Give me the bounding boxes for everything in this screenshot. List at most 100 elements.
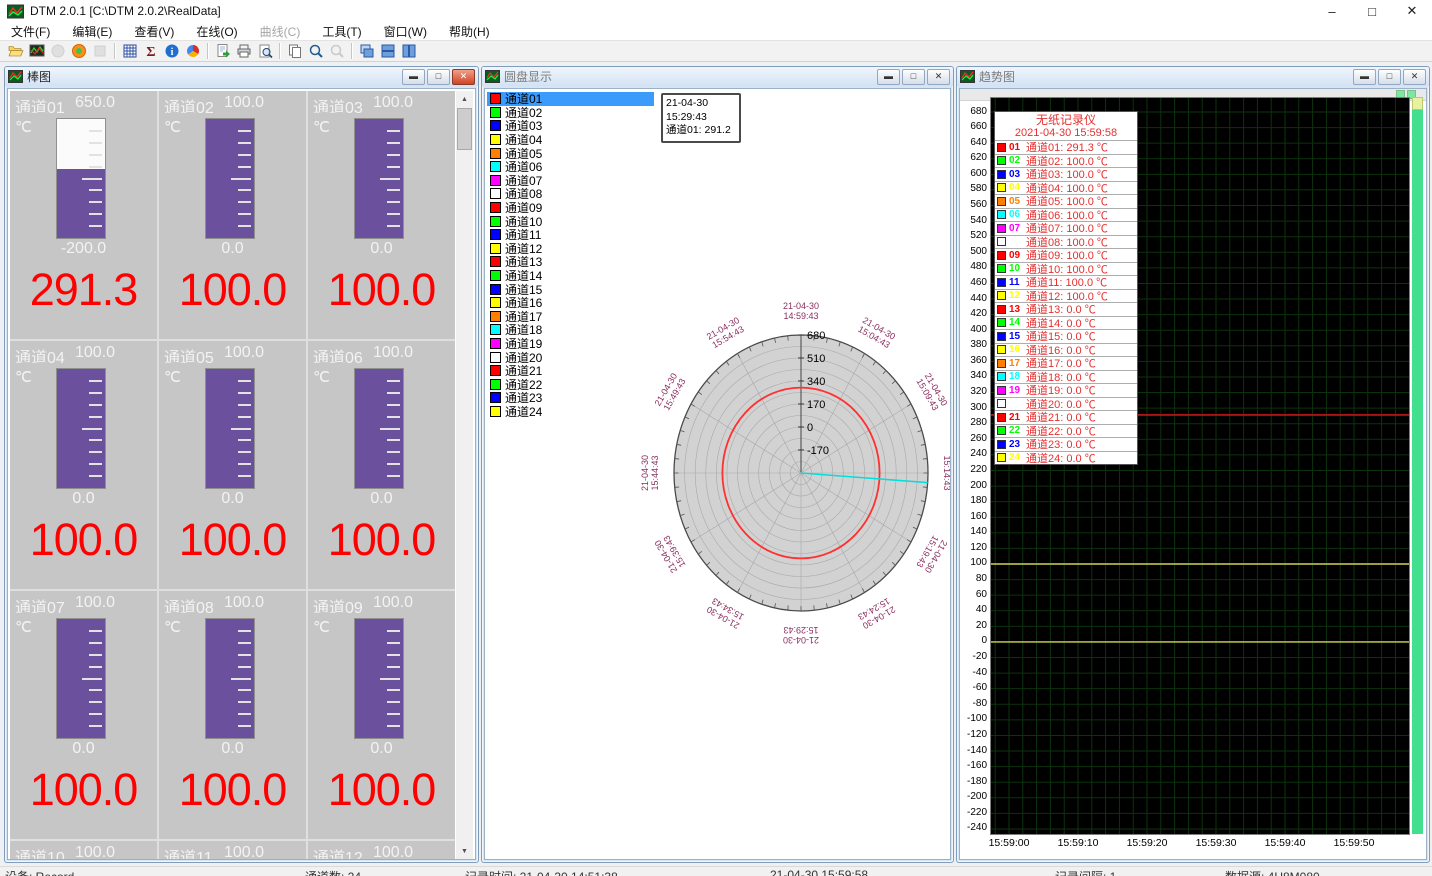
channel-color-swatch — [490, 93, 501, 104]
gauge-tick — [89, 380, 102, 382]
svg-text:i: i — [170, 47, 173, 58]
pie-chart-icon[interactable] — [182, 41, 203, 61]
menu-item-7[interactable]: 窗口(W) — [373, 21, 438, 42]
bar-window-close-button[interactable]: ✕ — [452, 69, 475, 85]
trend-window-restore-button[interactable]: □ — [1378, 69, 1401, 85]
gauge-max-value: 650.0 — [75, 94, 115, 112]
y-axis-tick-label: 220 — [960, 464, 987, 475]
trend-window-title: 趋势图 — [979, 68, 1015, 85]
x-axis-tick-label: 15:59:30 — [1186, 837, 1246, 849]
tile-horizontal-icon[interactable] — [377, 41, 398, 61]
scroll-thumb[interactable] — [457, 108, 472, 150]
gauge-min-value: 0.0 — [10, 490, 157, 508]
print-preview-icon[interactable] — [254, 41, 275, 61]
gauge-current-value: 100.0 — [159, 264, 306, 316]
gauge-tick — [387, 142, 400, 144]
gauge-unit-label: ℃ — [15, 368, 32, 386]
gauge-tick — [238, 463, 251, 465]
y-axis-tick-label: -80 — [960, 698, 987, 709]
gauge-unit-label: ℃ — [15, 118, 32, 136]
menu-item-4[interactable]: 在线(O) — [185, 21, 248, 42]
bar-window-titlebar[interactable]: 棒图 ▬ □ ✕ — [5, 67, 478, 86]
toolbar-separator — [279, 43, 280, 59]
cascade-windows-icon[interactable] — [356, 41, 377, 61]
disc-window-close-button[interactable]: ✕ — [927, 69, 950, 85]
legend-channel-number: 11 — [1009, 277, 1026, 288]
bar-window-restore-button[interactable]: □ — [427, 69, 450, 85]
legend-row-06: 06通道06: 100.0 ℃ — [995, 208, 1137, 222]
trend-window-minimize-button[interactable]: ▬ — [1353, 69, 1376, 85]
trend-window-close-button[interactable]: ✕ — [1403, 69, 1426, 85]
bar-gauge-cell-通道06: 通道06100.0℃0.0100.0 — [308, 341, 455, 589]
gauge-channel-label: 通道04 — [15, 344, 72, 363]
gauge-track — [56, 118, 106, 239]
scroll-up-button[interactable]: ▲ — [456, 91, 473, 107]
disc-window-restore-button[interactable]: □ — [902, 69, 925, 85]
disc-window-icon — [485, 70, 500, 83]
menu-item-3[interactable]: 查看(V) — [123, 21, 185, 42]
app-restore-button[interactable]: □ — [1352, 0, 1392, 22]
y-axis-tick-label: -60 — [960, 682, 987, 693]
zoom-icon[interactable] — [305, 41, 326, 61]
gauge-tick — [238, 439, 251, 441]
gauge-track — [205, 368, 255, 489]
legend-color-swatch — [997, 426, 1006, 435]
bar-window-scrollbar[interactable]: ▲ ▼ — [456, 91, 473, 859]
realtime-monitor-icon[interactable] — [26, 41, 47, 61]
legend-channel-number: 07 — [1009, 223, 1026, 234]
gauge-tick — [238, 475, 251, 477]
legend-channel-number: 12 — [1009, 290, 1026, 301]
gauge-track — [56, 368, 106, 489]
app-close-button[interactable]: ✕ — [1392, 0, 1432, 22]
y-axis-tick-label: 40 — [960, 604, 987, 615]
legend-row-11: 11通道11: 100.0 ℃ — [995, 275, 1137, 289]
bar-window-minimize-button[interactable]: ▬ — [402, 69, 425, 85]
legend-channel-number: 06 — [1009, 209, 1026, 220]
data-table-icon[interactable] — [119, 41, 140, 61]
gauge-tick — [387, 725, 400, 727]
record-icon[interactable] — [68, 41, 89, 61]
copy-icon[interactable] — [284, 41, 305, 61]
open-folder-icon[interactable] — [5, 41, 26, 61]
app-titlebar[interactable]: DTM 2.0.1 [C:\DTM 2.0.2\RealData] – □ ✕ — [0, 0, 1432, 22]
legend-channel-number: 16 — [1009, 344, 1026, 355]
gauge-min-value: 0.0 — [159, 740, 306, 758]
gauge-tick — [387, 213, 400, 215]
svg-text:170: 170 — [807, 399, 825, 411]
y-axis-tick-label: 160 — [960, 511, 987, 522]
disc-window-titlebar[interactable]: 圆盘显示 ▬ □ ✕ — [482, 67, 953, 86]
scroll-down-button[interactable]: ▼ — [456, 843, 473, 859]
info-icon[interactable]: i — [161, 41, 182, 61]
menu-item-2[interactable]: 编辑(E) — [61, 21, 123, 42]
gauge-channel-label: 通道02 — [164, 94, 221, 113]
print-icon[interactable] — [233, 41, 254, 61]
svg-text:-170: -170 — [807, 445, 829, 457]
gauge-channel-label: 通道05 — [164, 344, 221, 363]
legend-row-03: 03通道03: 100.0 ℃ — [995, 167, 1137, 181]
menu-item-8[interactable]: 帮助(H) — [438, 21, 501, 42]
export-icon[interactable] — [212, 41, 233, 61]
legend-color-swatch — [997, 345, 1006, 354]
svg-text:21-04-3015:24:43: 21-04-3015:24:43 — [856, 596, 897, 631]
bar-gauge-cell-通道01: 通道01650.0℃-200.0291.3 — [10, 91, 157, 339]
y-axis-tick-label: -220 — [960, 807, 987, 818]
disc-window-minimize-button[interactable]: ▬ — [877, 69, 900, 85]
y-axis-tick-label: -180 — [960, 776, 987, 787]
menu-item-6[interactable]: 工具(T) — [311, 21, 372, 42]
gauge-min-value: 0.0 — [10, 740, 157, 758]
tile-vertical-icon[interactable] — [398, 41, 419, 61]
legend-color-swatch — [997, 210, 1006, 219]
channel-color-swatch — [490, 120, 501, 131]
trend-vertical-scrollbar[interactable] — [1412, 97, 1423, 834]
bar-gauge-cell-通道07: 通道07100.0℃0.0100.0 — [10, 591, 157, 839]
statistics-sigma-icon[interactable]: Σ — [140, 41, 161, 61]
gauge-tick — [82, 178, 102, 180]
svg-text:21-04-3015:09:43: 21-04-3015:09:43 — [914, 371, 949, 412]
gauge-tick — [387, 166, 400, 168]
trend-scroll-thumb[interactable] — [1412, 97, 1423, 110]
gauge-current-value: 100.0 — [10, 764, 157, 816]
gauge-max-value: 100.0 — [373, 844, 413, 859]
menu-item-1[interactable]: 文件(F) — [0, 21, 61, 42]
trend-window-titlebar[interactable]: 趋势图 ▬ □ ✕ — [957, 67, 1429, 86]
app-minimize-button[interactable]: – — [1312, 0, 1352, 22]
